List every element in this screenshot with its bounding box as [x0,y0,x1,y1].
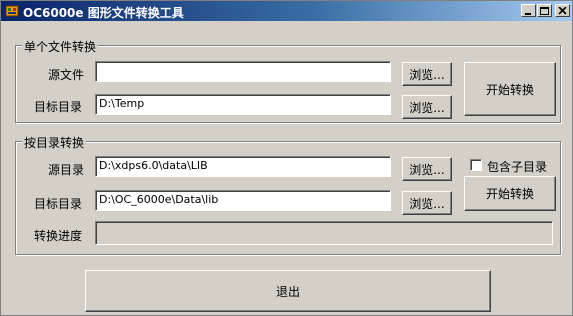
browse-source-file-button[interactable]: 浏览... [402,62,452,86]
source-file-input[interactable] [95,61,391,82]
window-title: OC6000e 图形文件转换工具 [23,6,184,20]
minimize-icon [525,13,531,15]
main-window: OC6000e 图形文件转换工具 单个文件转换 源文件 浏览... 目标目录 D… [0,0,573,316]
source-file-label: 源文件 [48,68,85,82]
progress-label: 转换进度 [34,229,83,243]
close-button[interactable] [555,4,570,17]
browse-target-dir-button-single[interactable]: 浏览... [402,95,452,119]
progress-bar [95,221,553,245]
include-subdir-checkbox[interactable] [470,159,482,171]
target-dir-label-dir: 目标目录 [34,197,83,211]
start-convert-button-dir[interactable]: 开始转换 [464,176,556,211]
target-dir-label-single: 目标目录 [34,100,83,114]
target-dir-input-single[interactable]: D:\Temp [95,94,391,115]
maximize-button[interactable] [537,4,552,17]
target-dir-input-dir[interactable]: D:\OC_6000e\Data\lib [95,190,391,211]
title-bar[interactable]: OC6000e 图形文件转换工具 [1,1,572,21]
source-dir-input[interactable]: D:\xdps6.0\data\LIB [95,156,391,177]
minimize-button[interactable] [521,4,536,17]
source-dir-label: 源目录 [48,163,85,177]
single-file-group-title: 单个文件转换 [22,38,99,55]
browse-target-dir-button-dir[interactable]: 浏览... [402,191,452,215]
include-subdir-label[interactable]: 包含子目录 [487,158,547,175]
close-icon [558,7,567,15]
maximize-icon [540,7,549,15]
directory-group-title: 按目录转换 [22,134,87,151]
start-convert-button-single[interactable]: 开始转换 [464,62,556,116]
exit-button[interactable]: 退出 [85,270,491,312]
browse-source-dir-button[interactable]: 浏览... [402,157,452,181]
app-icon [5,5,19,17]
